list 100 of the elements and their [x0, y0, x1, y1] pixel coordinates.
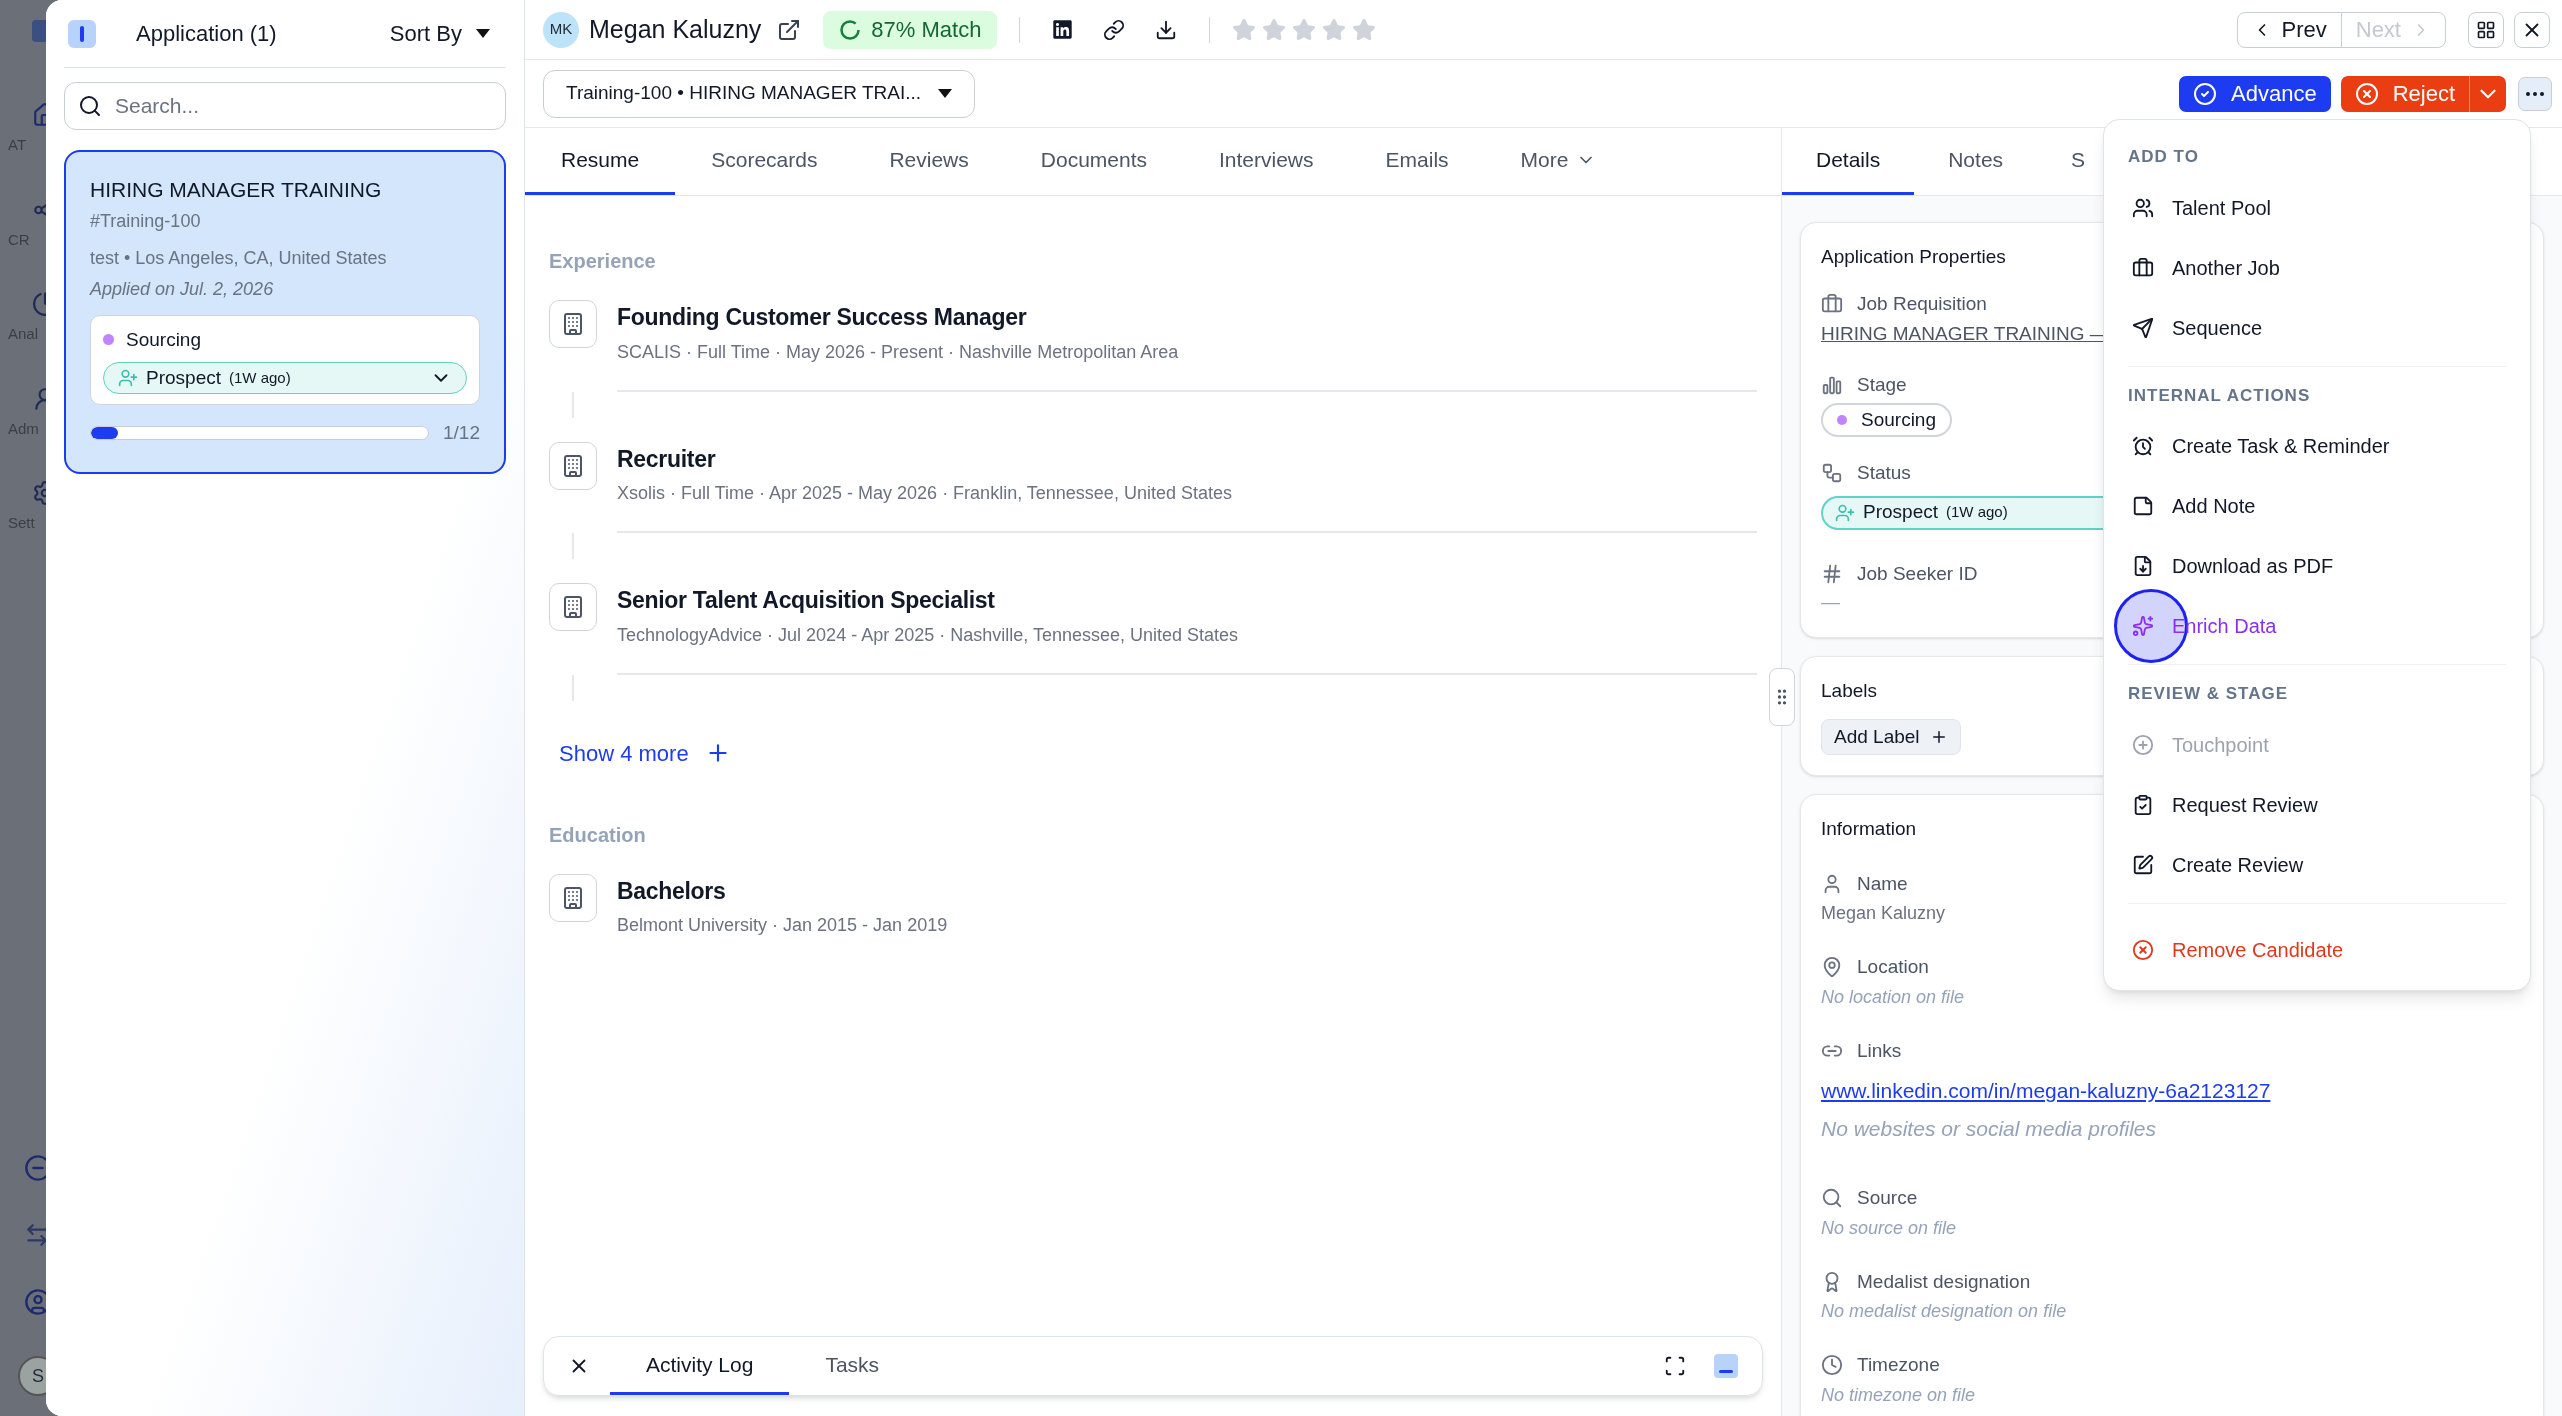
- menu-item[interactable]: Sequence: [2128, 297, 2506, 358]
- download-icon[interactable]: [1155, 18, 1178, 41]
- field-value: No location on file: [1821, 985, 1965, 1009]
- star-icon[interactable]: [1262, 17, 1287, 42]
- tab[interactable]: Notes: [1914, 128, 2038, 195]
- job-code: #Training-100: [90, 209, 201, 233]
- field-label: Job Seeker ID: [1857, 561, 1978, 586]
- tab[interactable]: Reviews: [853, 128, 1005, 195]
- menu-item[interactable]: Create Task & Reminder: [2128, 416, 2506, 476]
- field-value: No source on file: [1821, 1216, 1957, 1240]
- field-value: No timezone on file: [1821, 1383, 1976, 1407]
- entry-details: SCALIS · Full Time · May 2026 - Present · Nashville Metropolitan Area: [617, 340, 1179, 364]
- tab[interactable]: More: [1484, 128, 1633, 195]
- link-icon[interactable]: [1103, 18, 1126, 41]
- note-icon: [2132, 495, 2154, 517]
- user-plus-icon: [118, 368, 138, 388]
- menu-section-heading: ADD TO: [2128, 146, 2200, 168]
- tab[interactable]: Activity Log: [610, 1337, 790, 1395]
- field-label: Job Requisition: [1857, 291, 1987, 316]
- building-icon: [549, 441, 597, 490]
- star-rating[interactable]: [1232, 17, 1377, 42]
- menu-item[interactable]: Add Note: [2128, 476, 2506, 536]
- plus-circle-icon: [2132, 733, 2154, 756]
- users-icon: [2132, 196, 2154, 219]
- menu-item[interactable]: Remove Candidate: [2128, 919, 2506, 980]
- search-field[interactable]: Search...: [64, 82, 506, 130]
- advance-button[interactable]: Advance: [2179, 75, 2331, 112]
- tab[interactable]: Scorecards: [675, 128, 854, 195]
- file-download-icon: [2132, 555, 2154, 577]
- tab[interactable]: Tasks: [789, 1337, 916, 1395]
- star-icon[interactable]: [1292, 17, 1317, 42]
- tab[interactable]: Interviews: [1183, 128, 1350, 195]
- menu-item[interactable]: Create Review: [2128, 834, 2506, 895]
- swap-icon[interactable]: [24, 1222, 46, 1248]
- grid-icon: [2476, 19, 2496, 40]
- caret-icon: [476, 29, 490, 38]
- grid-view-button[interactable]: [2468, 11, 2504, 48]
- expand-icon[interactable]: [1664, 1355, 1686, 1377]
- search-icon: [78, 94, 102, 118]
- status-dropdown[interactable]: Prospect (1W ago): [103, 362, 467, 394]
- star-icon[interactable]: [1232, 17, 1257, 42]
- show-more-link[interactable]: Show 4 more: [559, 736, 731, 770]
- ellipsis-icon: [2526, 91, 2544, 96]
- clipboard-check-icon: [2132, 793, 2154, 816]
- menu-section-heading: INTERNAL ACTIONS: [2128, 384, 2312, 407]
- add-label-button[interactable]: Add Label: [1821, 719, 1961, 755]
- more-actions-button[interactable]: [2518, 76, 2552, 111]
- field-label: Links: [1857, 1038, 1902, 1063]
- card-title: Application Properties: [1821, 245, 2006, 269]
- alarm-clock-icon: [2132, 435, 2154, 457]
- entry-details: Belmont University · Jan 2015 - Jan 2019: [617, 914, 948, 937]
- field-label: Stage: [1857, 372, 1907, 397]
- menu-item[interactable]: Request Review: [2128, 774, 2506, 835]
- building-icon: [549, 583, 597, 631]
- field-label: Name: [1857, 871, 1908, 896]
- menu-item[interactable]: Talent Pool: [2128, 177, 2506, 238]
- avatar[interactable]: S: [18, 1356, 46, 1396]
- menu-item[interactable]: Download as PDF: [2128, 536, 2506, 596]
- field-value: Megan Kaluzny: [1821, 902, 1946, 925]
- linkedin-icon[interactable]: [1052, 19, 1074, 40]
- menu-item[interactable]: Another Job: [2128, 237, 2506, 298]
- application-card[interactable]: HIRING MANAGER TRAINING #Training-100 test • Los Angeles, CA, United States Applied on Jul. 2, 2026 Sourcing Prospect (1W ago) 1/12: [64, 150, 506, 474]
- external-link-icon[interactable]: [777, 17, 802, 42]
- field-label: Status: [1857, 461, 1911, 485]
- field-value: —: [1821, 590, 1840, 614]
- progress-ring-icon: [839, 18, 862, 41]
- user-icon[interactable]: [24, 1288, 46, 1316]
- entry-details: Xsolis · Full Time · Apr 2025 - May 2026 · Franklin, Tennessee, United States: [617, 482, 1232, 505]
- candidate-avatar: MK: [543, 11, 579, 48]
- entry-details: TechnologyAdvice · Jul 2024 - Apr 2025 · Nashville, Tennessee, United States: [617, 623, 1239, 647]
- hash-icon: [1821, 562, 1843, 585]
- star-icon[interactable]: [1352, 17, 1377, 42]
- tab[interactable]: S: [2037, 128, 2120, 195]
- briefcase-icon: [1821, 292, 1843, 315]
- minimize-icon[interactable]: [1714, 1354, 1738, 1378]
- star-icon[interactable]: [1322, 17, 1347, 42]
- sort-button[interactable]: Sort By: [389, 17, 490, 50]
- workflow-icon: [1821, 462, 1843, 485]
- map-pin-icon: [1821, 956, 1843, 979]
- field-label: Medalist designation: [1857, 1269, 2031, 1294]
- panel-toggle-icon[interactable]: [68, 19, 96, 48]
- panel-title: Application (1): [136, 20, 277, 48]
- close-button[interactable]: [2514, 11, 2550, 48]
- stage-pill: Sourcing: [1821, 403, 1952, 437]
- tab[interactable]: Emails: [1349, 128, 1485, 195]
- briefcase-icon: [2132, 256, 2154, 279]
- profile-link[interactable]: www.linkedin.com/in/megan-kaluzny-6a2123127: [1821, 1075, 2271, 1107]
- applied-date: Applied on Jul. 2, 2026: [90, 277, 274, 301]
- section-heading: Education: [549, 822, 647, 848]
- user-plus-icon: [1835, 502, 1855, 523]
- sparkles-icon: [2132, 615, 2154, 637]
- tab[interactable]: Resume: [525, 128, 676, 195]
- field-value: No websites or social media profiles: [1821, 1115, 2156, 1142]
- prev-button[interactable]: Prev: [2237, 12, 2342, 47]
- card-title: HIRING MANAGER TRAINING: [90, 177, 382, 203]
- job-select[interactable]: Training-100 • HIRING MANAGER TRAI...: [543, 69, 975, 118]
- resize-handle[interactable]: [1769, 668, 1795, 726]
- field-label: Location: [1857, 955, 1929, 979]
- search-icon: [1821, 1187, 1843, 1210]
- tab[interactable]: Documents: [1004, 128, 1183, 195]
